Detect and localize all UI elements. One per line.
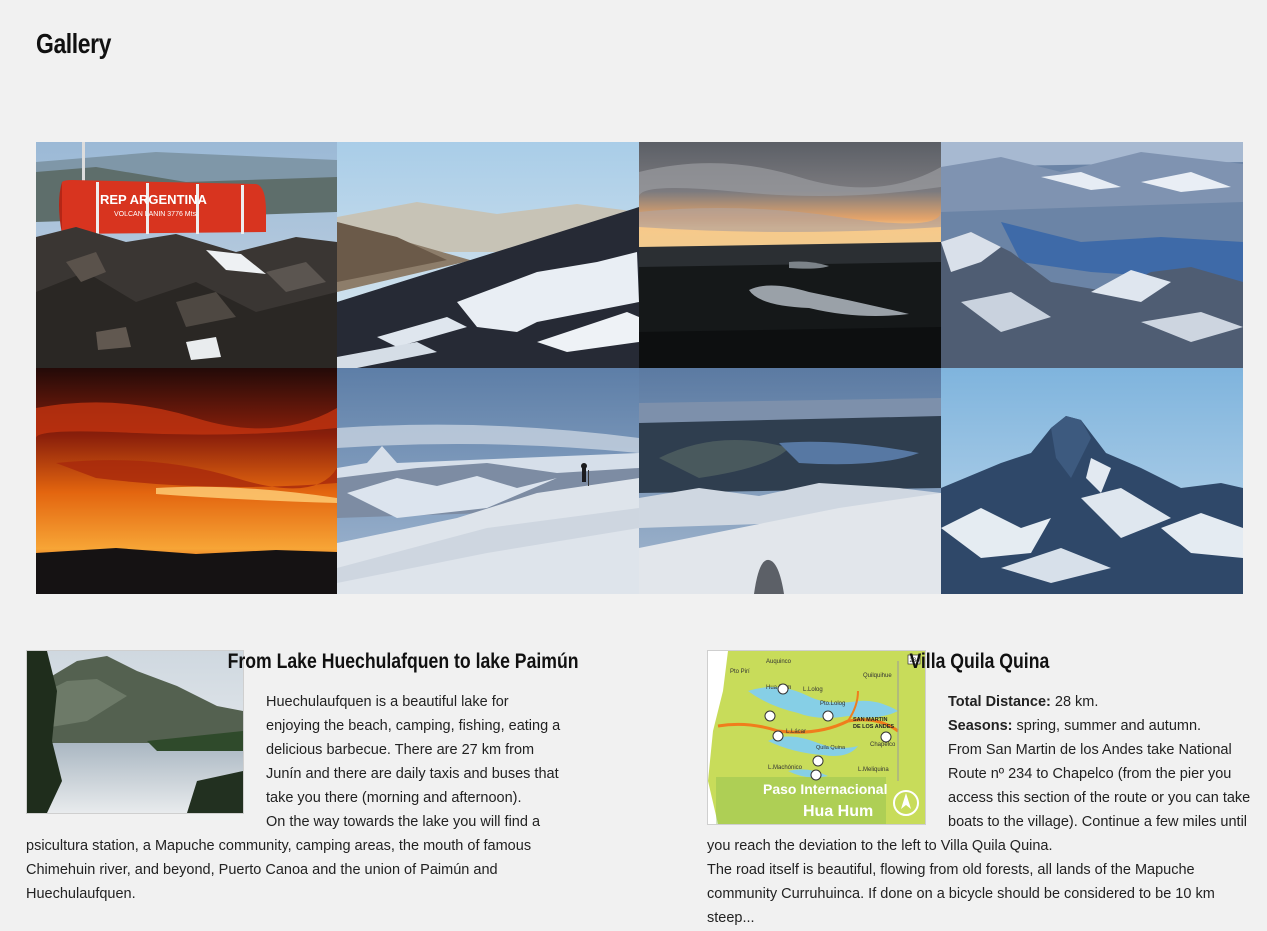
seasons-value: spring, summer and autumn. xyxy=(1012,718,1202,734)
map-label: L.Machónico xyxy=(768,765,803,771)
gallery-image-rocky-peak[interactable] xyxy=(941,368,1243,594)
page-title: Gallery xyxy=(36,28,111,59)
gallery-image-summit-hiker[interactable] xyxy=(337,368,639,594)
article-paragraph: On the way towards the lake you will fin… xyxy=(26,814,541,902)
distance-label: Total Distance: xyxy=(948,694,1051,710)
map-label: L.Lácar xyxy=(786,729,806,735)
map-banner-line2: Hua Hum xyxy=(803,803,873,820)
article-quila-quina: Auquinco Quilquihue L.Lolog Pto.Lolog SA… xyxy=(707,650,1252,930)
article-title[interactable]: Villa Quila Quina xyxy=(707,650,1165,674)
map-label: DE LOS ANDES xyxy=(853,724,894,730)
article-image-map[interactable]: Auquinco Quilquihue L.Lolog Pto.Lolog SA… xyxy=(707,650,926,825)
article-title[interactable]: From Lake Huechulafquen to lake Paimún xyxy=(26,650,579,674)
distance-value: 28 km. xyxy=(1050,694,1099,710)
gallery-image-red-sunset[interactable] xyxy=(36,368,337,594)
map-label: Chapelco xyxy=(870,742,896,748)
map-banner-line1: Paso Internacional xyxy=(763,781,887,797)
gallery-image-sunset-lake[interactable] xyxy=(639,142,941,368)
article-paragraph: The road itself is beautiful, flowing fr… xyxy=(707,862,1215,926)
gallery-image-slopes[interactable] xyxy=(337,142,639,368)
gallery-image-refugio[interactable]: REP ARGENTINA VOLCAN LANIN 3776 Mts xyxy=(36,142,337,368)
article-huechulafquen: From Lake Huechulafquen to lake Paimún H… xyxy=(26,650,579,906)
map-label: L.Meliquina xyxy=(858,767,889,773)
gallery-image-lakes-summit[interactable] xyxy=(639,368,941,594)
refugio-sign-text: REP ARGENTINA xyxy=(100,192,208,207)
map-label: Quila Quina xyxy=(816,745,846,751)
seasons-label: Seasons: xyxy=(948,718,1013,734)
map-label: L.Lolog xyxy=(803,687,823,693)
photo-gallery: REP ARGENTINA VOLCAN LANIN 3776 Mts xyxy=(36,142,1243,594)
article-image-lake[interactable] xyxy=(26,650,244,814)
gallery-image-andes-aerial[interactable] xyxy=(941,142,1243,368)
map-label: Pto.Lolog xyxy=(820,701,845,707)
map-label: SAN MARTIN xyxy=(853,717,888,723)
refugio-sign-subtext: VOLCAN LANIN 3776 Mts xyxy=(114,211,197,218)
